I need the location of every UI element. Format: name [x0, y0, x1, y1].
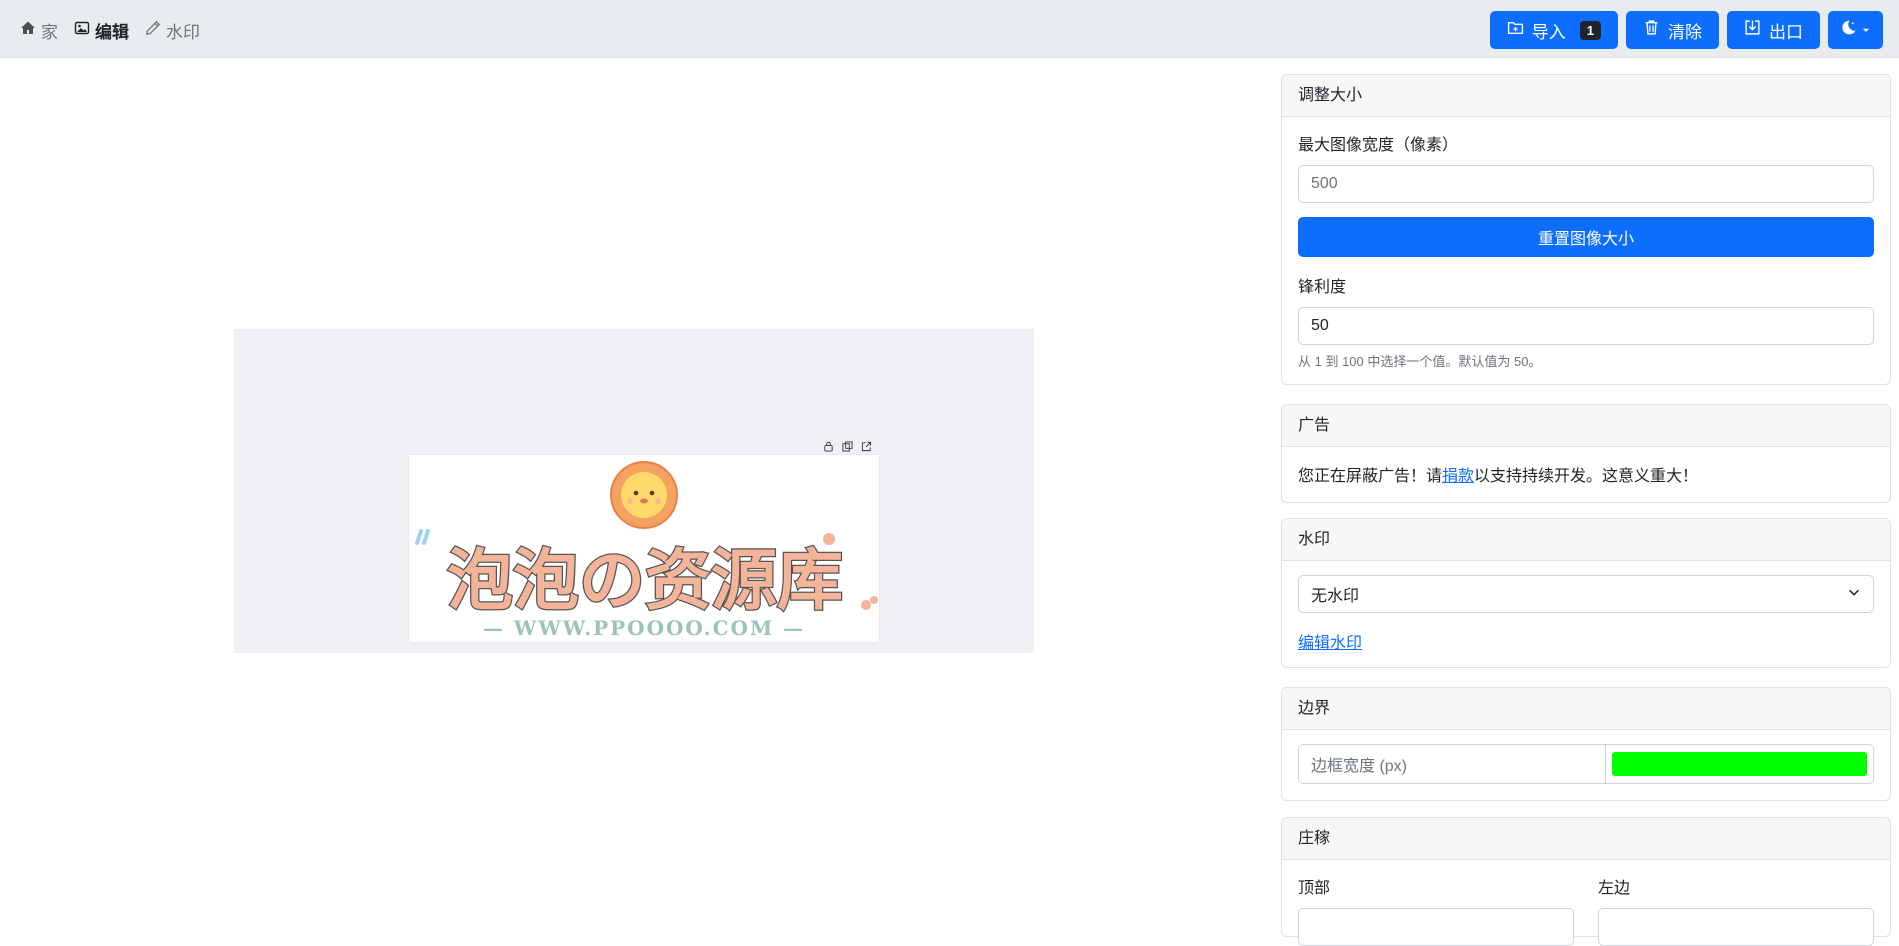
logo-url: — WWW.PPOOOO.COM —: [483, 616, 805, 640]
border-color-picker[interactable]: [1606, 745, 1873, 783]
logo-title: 泡泡の资源库: [447, 542, 843, 619]
image-toolbar: [823, 439, 872, 452]
clear-label: 清除: [1668, 22, 1702, 42]
image-preview[interactable]: 泡泡の资源库 — WWW.PPOOOO.COM —: [409, 455, 879, 642]
max-width-label: 最大图像宽度（像素）: [1298, 137, 1459, 154]
import-label: 导入: [1531, 22, 1566, 42]
sharpness-input[interactable]: [1298, 307, 1874, 345]
ads-card: 广告 您正在屏蔽广告！请捐款以支持持续开发。这意义重大！: [1281, 404, 1891, 503]
ads-card-header: 广告: [1282, 405, 1890, 447]
moon-icon: [1840, 19, 1857, 41]
top-input[interactable]: [1298, 908, 1574, 946]
nav-link-label: 水印: [166, 23, 200, 42]
editor-canvas[interactable]: 泡泡の资源库 — WWW.PPOOOO.COM —: [234, 329, 1034, 653]
watermark-selected-value: 无水印: [1311, 588, 1360, 605]
nav-link-label: 家: [41, 23, 58, 42]
import-button[interactable]: 导入 1: [1489, 11, 1618, 49]
edit-watermark-link[interactable]: 编辑水印: [1298, 635, 1362, 652]
border-width-input[interactable]: 边框宽度 (px): [1299, 745, 1606, 783]
ads-text-after: 以支持持续开发。这意义重大！: [1474, 468, 1699, 485]
watermark-card-header: 水印: [1282, 519, 1890, 561]
ads-text-before: 您正在屏蔽广告！请: [1298, 468, 1443, 485]
ads-message: 您正在屏蔽广告！请捐款以支持持续开发。这意义重大！: [1282, 447, 1890, 502]
donate-link[interactable]: 捐款: [1442, 468, 1474, 485]
open-external-icon[interactable]: [861, 439, 872, 452]
export-label: 出口: [1769, 22, 1803, 42]
import-count-badge: 1: [1579, 20, 1601, 40]
top-navbar: 家 编辑 水印 导入 1 清除 出口: [0, 0, 1899, 58]
logo-image: 泡泡の资源库 — WWW.PPOOOO.COM —: [415, 461, 878, 640]
border-card: 边界 边框宽度 (px): [1281, 687, 1891, 801]
lion-mascot: [610, 461, 678, 529]
border-color-swatch: [1612, 752, 1867, 776]
folder-plus-icon: [1507, 19, 1524, 41]
nav-link-edit[interactable]: 编辑: [74, 18, 129, 43]
resize-card-header: 调整大小: [1282, 75, 1890, 117]
clear-button[interactable]: 清除: [1626, 11, 1719, 49]
crop-card-header: 庄稼: [1282, 818, 1890, 860]
max-width-input[interactable]: [1298, 165, 1874, 203]
download-icon: [1744, 19, 1761, 41]
nav-links: 家 编辑 水印: [20, 18, 200, 43]
theme-toggle-button[interactable]: [1828, 11, 1883, 49]
copy-icon[interactable]: [842, 439, 853, 452]
lock-icon[interactable]: [823, 439, 834, 452]
crop-card: 庄稼 顶部 左边: [1281, 817, 1891, 946]
watermark-select[interactable]: 无水印: [1298, 575, 1874, 613]
left-input[interactable]: [1598, 908, 1874, 946]
nav-actions: 导入 1 清除 出口: [1489, 11, 1883, 49]
border-card-header: 边界: [1282, 688, 1890, 730]
watermark-card: 水印 无水印 编辑水印: [1281, 518, 1891, 668]
sharpness-label: 锋利度: [1298, 279, 1347, 296]
caret-down-icon: [1861, 20, 1871, 40]
top-label: 顶部: [1298, 880, 1331, 897]
sharpness-help-text: 从 1 到 100 中选择一个值。默认值为 50。: [1298, 354, 1542, 369]
left-label: 左边: [1598, 880, 1631, 897]
house-icon: [20, 20, 36, 41]
reset-size-button[interactable]: 重置图像大小: [1298, 217, 1874, 257]
pencil-icon: [145, 20, 161, 41]
border-input-group: 边框宽度 (px): [1298, 744, 1874, 784]
trash-icon: [1643, 19, 1660, 41]
nav-link-home[interactable]: 家: [20, 18, 58, 43]
export-button[interactable]: 出口: [1727, 11, 1820, 49]
chevron-down-icon: [1847, 585, 1861, 604]
resize-card: 调整大小 最大图像宽度（像素） 重置图像大小 锋利度 从 1 到 100 中选择…: [1281, 74, 1891, 385]
nav-link-watermark[interactable]: 水印: [145, 18, 200, 43]
image-icon: [74, 20, 90, 41]
nav-link-label: 编辑: [95, 23, 129, 42]
